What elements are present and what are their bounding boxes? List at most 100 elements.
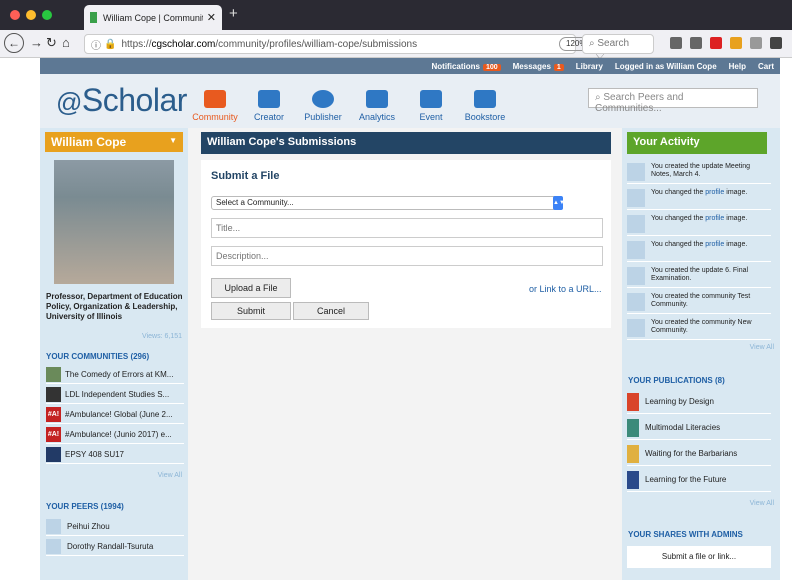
activity-item[interactable]: You changed the profile image. (627, 238, 771, 262)
bookmark-favicon-icon (90, 12, 97, 23)
browser-search-placeholder: Search (597, 38, 630, 49)
link-to-url[interactable]: or Link to a URL... (529, 284, 602, 294)
url-path: /community/profiles/william-cope/submiss… (215, 38, 418, 50)
publisher-icon (312, 90, 334, 108)
profile-name-bar[interactable]: William Cope ▼ (45, 132, 183, 152)
activity-text: image. (726, 189, 748, 196)
library-icon[interactable] (670, 37, 682, 49)
publication-item[interactable]: Learning for the Future (627, 468, 771, 492)
scholar-extension-icon[interactable] (730, 37, 742, 49)
activity-item[interactable]: You created the community Test Community… (627, 290, 771, 314)
activity-item[interactable]: You created the update Meeting Notes, Ma… (627, 160, 771, 184)
publication-item[interactable]: Multimodal Literacies (627, 416, 771, 440)
publications-view-all[interactable]: View All (750, 500, 774, 507)
cancel-button[interactable]: Cancel (293, 302, 369, 320)
community-item[interactable]: #A! #Ambulance! (Junio 2017) e... (46, 426, 184, 444)
publication-title: Waiting for the Barbarians (645, 449, 738, 458)
info-icon[interactable]: ⓘ (91, 37, 101, 52)
analytics-icon (366, 90, 388, 108)
profile-bio: Professor, Department of Education Polic… (46, 292, 183, 321)
publications-heading[interactable]: YOUR PUBLICATIONS (8) (628, 376, 725, 385)
submit-button[interactable]: Submit (211, 302, 291, 320)
browser-search-input[interactable]: ⌕ Search (582, 34, 654, 54)
nav-analytics[interactable]: Analytics (350, 74, 404, 128)
community-icon (204, 90, 226, 108)
community-item[interactable]: EPSY 408 SU17 (46, 446, 184, 464)
notifications-link[interactable]: Notifications 100 (432, 62, 501, 71)
nav-publisher-label: Publisher (304, 112, 342, 122)
nav-event[interactable]: Event (404, 74, 458, 128)
publication-item[interactable]: Waiting for the Barbarians (627, 442, 771, 466)
nav-publisher[interactable]: Publisher (296, 74, 350, 128)
activity-item[interactable]: You created the update 6. Final Examinat… (627, 264, 771, 288)
activity-item[interactable]: You changed the profile image. (627, 212, 771, 236)
publication-title: Multimodal Literacies (645, 423, 721, 432)
profile-link[interactable]: profile (705, 215, 724, 222)
new-tab-button[interactable]: + (229, 5, 238, 22)
peer-item[interactable]: Dorothy Randall-Tsuruta (46, 538, 184, 556)
menu-icon[interactable] (770, 37, 782, 49)
reload-icon[interactable]: ↻ (46, 35, 57, 51)
sidebar-icon[interactable] (690, 37, 702, 49)
website: Notifications 100 Messages 1 Library Logge… (0, 58, 792, 580)
maximize-window-icon[interactable] (42, 10, 52, 20)
community-select[interactable]: Select a Community... ▲▼ (211, 196, 565, 210)
activity-view-all[interactable]: View All (750, 344, 774, 351)
close-window-icon[interactable] (10, 10, 20, 20)
logo-text: Scholar (81, 82, 188, 118)
page-title: William Cope's Submissions (201, 132, 611, 154)
peer-name: Dorothy Randall-Tsuruta (67, 542, 154, 551)
browser-window: William Cope | Community | Sch ✕ + ← → ↻… (0, 0, 792, 580)
community-item[interactable]: #A! #Ambulance! Global (June 2... (46, 406, 184, 424)
description-input[interactable] (211, 246, 603, 266)
library-link[interactable]: Library (576, 62, 603, 71)
extension-icon[interactable] (750, 37, 762, 49)
close-tab-icon[interactable]: ✕ (207, 11, 216, 24)
pdf-extension-icon[interactable] (710, 37, 722, 49)
nav-community[interactable]: Community (188, 74, 242, 128)
community-select-value: Select a Community... (216, 198, 294, 207)
avatar (46, 519, 61, 534)
peer-item[interactable]: Peihui Zhou (46, 518, 184, 536)
tab-title: William Cope | Community | Sch (103, 12, 203, 23)
site-search-input[interactable]: ⌕ Search Peers and Communities... (588, 88, 758, 114)
upload-file-button[interactable]: Upload a File (211, 278, 291, 298)
url-prefix: https:// (121, 38, 152, 50)
creator-icon (258, 90, 280, 108)
logged-in-user-link[interactable]: Logged in as William Cope (615, 62, 717, 71)
scholar-logo[interactable]: @Scholar (56, 82, 187, 119)
submit-file-or-link-button[interactable]: Submit a file or link... (627, 546, 771, 568)
toolbar-icons (670, 37, 782, 49)
browser-tab[interactable]: William Cope | Community | Sch ✕ (84, 5, 222, 30)
peers-heading[interactable]: YOUR PEERS (1994) (46, 502, 124, 511)
browser-toolbar: ← → ↻ ⌂ ⓘ 🔒 https://cgscholar.com/commun… (0, 30, 792, 75)
avatar (627, 163, 645, 181)
activity-item[interactable]: You created the community New Community. (627, 316, 771, 340)
forward-arrow-icon[interactable]: → (30, 35, 43, 50)
profile-link[interactable]: profile (705, 189, 724, 196)
community-item[interactable]: The Comedy of Errors at KM... (46, 366, 184, 384)
messages-link[interactable]: Messages 1 (513, 62, 564, 71)
nav-creator[interactable]: Creator (242, 74, 296, 128)
activity-item[interactable]: You changed the profile image. (627, 186, 771, 210)
minimize-window-icon[interactable] (26, 10, 36, 20)
communities-view-all[interactable]: View All (158, 472, 182, 479)
cart-link[interactable]: Cart (758, 62, 774, 71)
communities-heading[interactable]: YOUR COMMUNITIES (296) (46, 352, 149, 361)
back-arrow-icon[interactable]: ← (4, 33, 24, 53)
url-host: cgscholar.com (151, 38, 216, 50)
home-icon[interactable]: ⌂ (62, 35, 70, 50)
select-arrows-icon: ▲▼ (553, 196, 565, 210)
messages-badge: 1 (553, 63, 564, 71)
avatar (46, 539, 61, 554)
shares-heading[interactable]: YOUR SHARES WITH ADMINS (628, 530, 743, 539)
community-item[interactable]: LDL Independent Studies S... (46, 386, 184, 404)
publication-item[interactable]: Learning by Design (627, 390, 771, 414)
publication-title: Learning for the Future (645, 475, 727, 484)
address-bar[interactable]: ⓘ 🔒 https://cgscholar.com/community/prof… (84, 34, 614, 75)
activity-text: You created the update (651, 163, 724, 170)
title-input[interactable] (211, 218, 603, 238)
profile-link[interactable]: profile (705, 241, 724, 248)
help-link[interactable]: Help (729, 62, 746, 71)
nav-bookstore[interactable]: Bookstore (458, 74, 512, 128)
